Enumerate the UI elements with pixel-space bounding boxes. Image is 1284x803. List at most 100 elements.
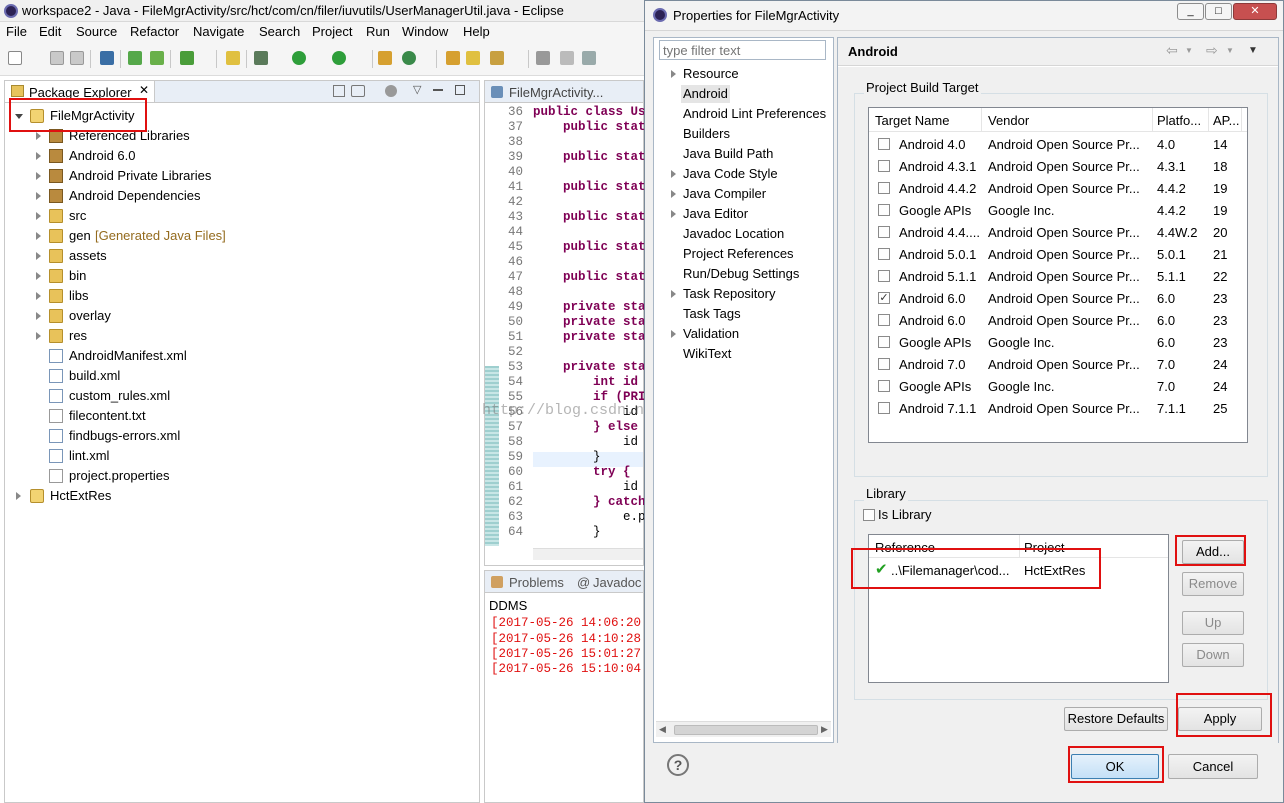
- nav-item-java-code-style[interactable]: Java Code Style: [683, 165, 778, 183]
- target-row[interactable]: Android 4.4.... Android Open Source Pr...…: [869, 222, 1247, 244]
- tree-item-android-private-libraries[interactable]: Android Private Libraries: [33, 166, 283, 186]
- debug-tool-icon[interactable]: [100, 51, 114, 65]
- menu-search[interactable]: Search: [259, 24, 300, 39]
- pin-icon[interactable]: [536, 51, 550, 65]
- target-checkbox[interactable]: [878, 358, 890, 370]
- col-target-name[interactable]: Target Name: [875, 113, 949, 128]
- menu-file[interactable]: File: [6, 24, 27, 39]
- target-row[interactable]: Android 5.1.1 Android Open Source Pr... 5.…: [869, 266, 1247, 288]
- target-row[interactable]: Google APIs Google Inc. 4.4.2 19: [869, 200, 1247, 222]
- new-wizard-icon[interactable]: [226, 51, 240, 65]
- expand-arrow-icon[interactable]: [671, 190, 676, 198]
- collapse-all-icon[interactable]: [333, 85, 345, 97]
- nav-item-java-editor[interactable]: Java Editor: [683, 205, 748, 223]
- target-checkbox[interactable]: [878, 380, 890, 392]
- nav-item-wikitext[interactable]: WikiText: [683, 345, 731, 363]
- target-checkbox[interactable]: [878, 402, 890, 414]
- view-menu-icon[interactable]: ▽: [413, 83, 421, 96]
- target-row[interactable]: Android 6.0 Android Open Source Pr... 6.0 2…: [869, 310, 1247, 332]
- new-java-project-icon[interactable]: [378, 51, 392, 65]
- col-api[interactable]: AP...: [1213, 113, 1240, 128]
- target-checkbox[interactable]: ✓: [878, 292, 890, 304]
- view-menu-icon[interactable]: ▼: [1248, 45, 1258, 56]
- col-platform[interactable]: Platfo...: [1157, 113, 1201, 128]
- tree-item-findbugs-errors[interactable]: findbugs-errors.xml: [33, 426, 283, 446]
- new-class-icon[interactable]: [402, 51, 416, 65]
- target-checkbox[interactable]: [878, 270, 890, 282]
- menu-navigate[interactable]: Navigate: [193, 24, 244, 39]
- tree-item-custom-rules[interactable]: custom_rules.xml: [33, 386, 283, 406]
- build-target-table[interactable]: Target Name Vendor Platfo... AP... Andro…: [868, 107, 1248, 443]
- expand-arrow-icon[interactable]: [671, 210, 676, 218]
- expand-arrow-icon[interactable]: [671, 330, 676, 338]
- help-icon[interactable]: ?: [667, 754, 689, 776]
- tree-item-overlay[interactable]: overlay: [33, 306, 283, 326]
- target-row[interactable]: ✓ Android 6.0 Android Open Source Pr... 6.0…: [869, 288, 1247, 310]
- new-icon[interactable]: [8, 51, 22, 65]
- next-annotation-icon[interactable]: [582, 51, 596, 65]
- tree-item-lint-xml[interactable]: lint.xml: [33, 446, 283, 466]
- android-sdk-icon[interactable]: [150, 51, 164, 65]
- back-dropdown-icon[interactable]: ▼: [1185, 46, 1193, 55]
- link-editor-icon[interactable]: [351, 85, 365, 97]
- maximize-window-button[interactable]: □: [1205, 3, 1232, 20]
- tree-item-assets[interactable]: assets: [33, 246, 283, 266]
- close-tab-icon[interactable]: ✕: [139, 83, 149, 97]
- target-checkbox[interactable]: [878, 160, 890, 172]
- target-row[interactable]: Android 7.1.1 Android Open Source Pr... 7.…: [869, 398, 1247, 420]
- target-row[interactable]: Google APIs Google Inc. 7.0 24: [869, 376, 1247, 398]
- maximize-icon[interactable]: [455, 85, 465, 95]
- nav-item-resource[interactable]: Resource: [683, 65, 739, 83]
- expand-arrow-icon[interactable]: [671, 70, 676, 78]
- tree-item-res[interactable]: res: [33, 326, 283, 346]
- tree-item-android-6[interactable]: Android 6.0: [33, 146, 283, 166]
- nav-item-android[interactable]: Android: [681, 85, 730, 103]
- menu-help[interactable]: Help: [463, 24, 490, 39]
- remove-library-button[interactable]: Remove: [1182, 572, 1244, 596]
- run-external-icon[interactable]: [332, 51, 346, 65]
- nav-item-java-build-path[interactable]: Java Build Path: [683, 145, 773, 163]
- horizontal-scrollbar[interactable]: [533, 548, 643, 560]
- target-row[interactable]: Android 4.0 Android Open Source Pr... 4.0 1…: [869, 134, 1247, 156]
- menu-edit[interactable]: Edit: [39, 24, 61, 39]
- tree-item-gen[interactable]: gen [Generated Java Files]: [33, 226, 283, 246]
- menu-run[interactable]: Run: [366, 24, 390, 39]
- is-library-checkbox[interactable]: [863, 509, 875, 521]
- run-icon[interactable]: [292, 51, 306, 65]
- target-checkbox[interactable]: [878, 226, 890, 238]
- target-row[interactable]: Android 4.4.2 Android Open Source Pr... 4.…: [869, 178, 1247, 200]
- tree-item-hctextres[interactable]: HctExtRes: [13, 486, 163, 506]
- target-checkbox[interactable]: [878, 248, 890, 260]
- target-row[interactable]: Android 7.0 Android Open Source Pr... 7.0 2…: [869, 354, 1247, 376]
- target-checkbox[interactable]: [878, 314, 890, 326]
- checkbox-task-icon[interactable]: [180, 51, 194, 65]
- filter-input[interactable]: [659, 40, 826, 60]
- col-vendor[interactable]: Vendor: [988, 113, 1029, 128]
- annotation-icon[interactable]: [560, 51, 574, 65]
- nav-item-task-tags[interactable]: Task Tags: [683, 305, 741, 323]
- up-button[interactable]: Up: [1182, 611, 1244, 635]
- editor-tab-label[interactable]: FileMgrActivity...: [509, 85, 603, 100]
- search-tool-icon[interactable]: [490, 51, 504, 65]
- tree-item-bin[interactable]: bin: [33, 266, 283, 286]
- target-row[interactable]: Android 4.3.1 Android Open Source Pr... 4.…: [869, 156, 1247, 178]
- tree-item-filecontent[interactable]: filecontent.txt: [33, 406, 283, 426]
- tree-item-android-dependencies[interactable]: Android Dependencies: [33, 186, 283, 206]
- minimize-window-button[interactable]: _: [1177, 3, 1204, 20]
- open-type-icon[interactable]: [446, 51, 460, 65]
- download-icon[interactable]: [128, 51, 142, 65]
- minimize-icon[interactable]: [433, 89, 443, 91]
- close-window-button[interactable]: ✕: [1233, 3, 1277, 20]
- nav-item-validation[interactable]: Validation: [683, 325, 739, 343]
- cancel-button[interactable]: Cancel: [1168, 754, 1258, 779]
- tab-problems[interactable]: Problems: [509, 575, 564, 590]
- menu-project[interactable]: Project: [312, 24, 352, 39]
- save-all-icon[interactable]: [70, 51, 84, 65]
- menu-window[interactable]: Window: [402, 24, 448, 39]
- save-icon[interactable]: [50, 51, 64, 65]
- expand-arrow-icon[interactable]: [671, 170, 676, 178]
- menu-refactor[interactable]: Refactor: [130, 24, 179, 39]
- nav-item-project-references[interactable]: Project References: [683, 245, 794, 263]
- tree-item-libs[interactable]: libs: [33, 286, 283, 306]
- forward-dropdown-icon[interactable]: ▼: [1226, 46, 1234, 55]
